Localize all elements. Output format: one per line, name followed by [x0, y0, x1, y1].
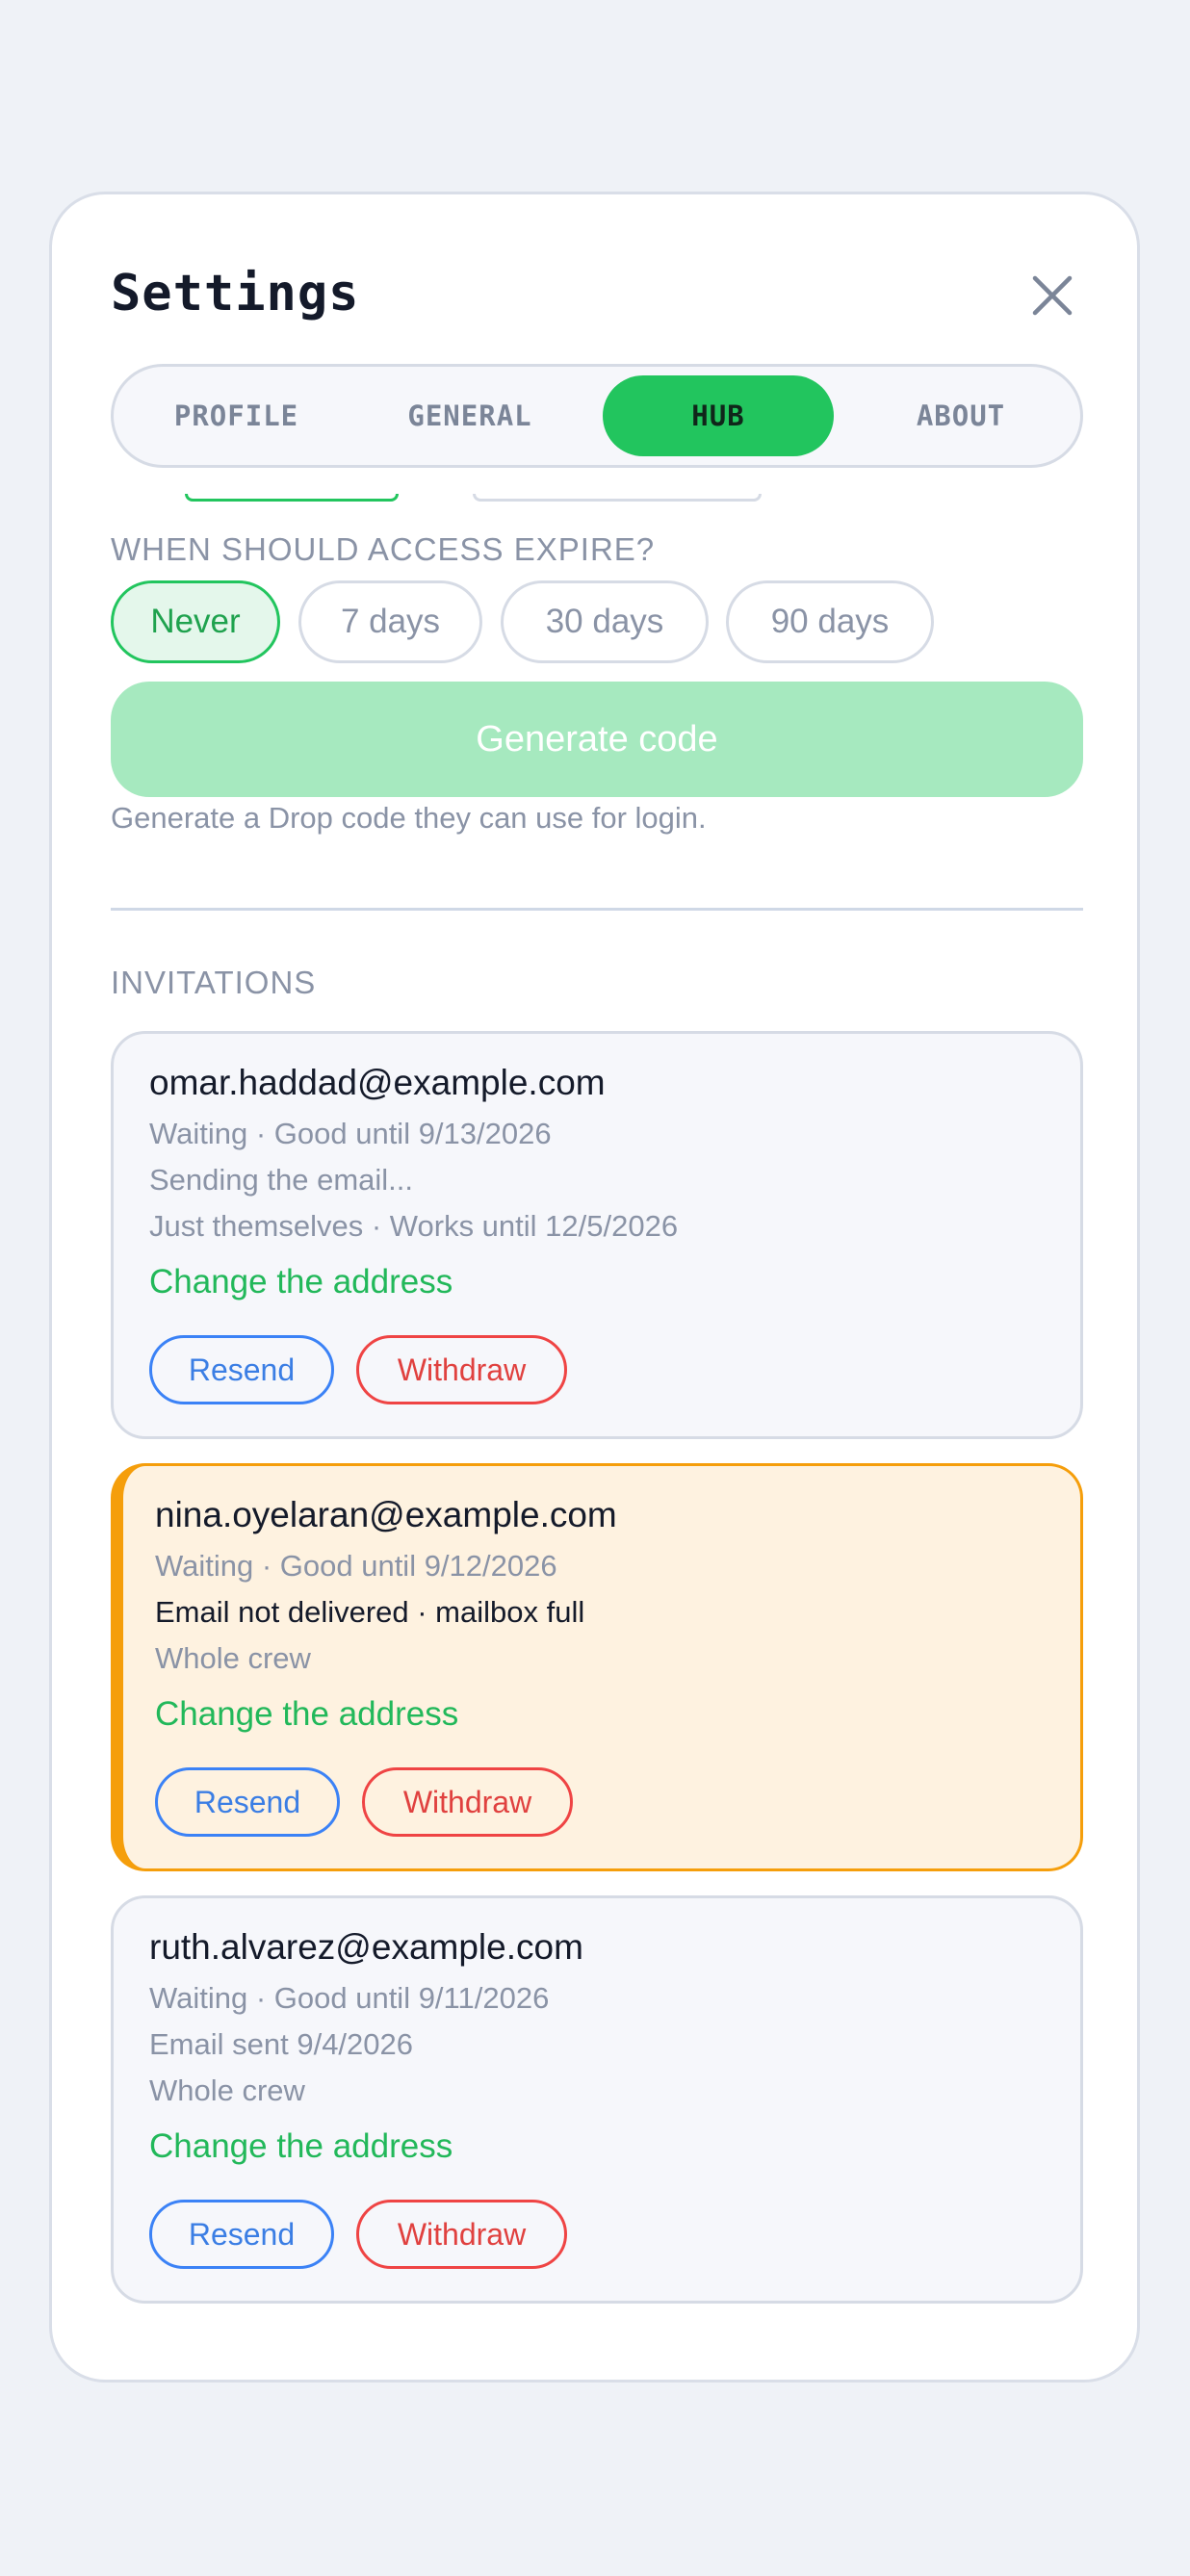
generate-code-button[interactable]: Generate code	[111, 682, 1083, 797]
tab-about[interactable]: ABOUT	[874, 375, 1048, 456]
invitation-card: omar.haddad@example.com Waiting · Good u…	[111, 1031, 1083, 1439]
invitation-email: ruth.alvarez@example.com	[149, 1927, 583, 1967]
settings-title: Settings	[111, 265, 360, 322]
invitation-delivery-error: Email not delivered · mailbox full	[155, 1595, 585, 1629]
expiry-option-90-days[interactable]: 90 days	[726, 580, 934, 663]
tab-profile[interactable]: PROFILE	[152, 375, 321, 456]
withdraw-button[interactable]: Withdraw	[362, 1767, 573, 1837]
resend-button[interactable]: Resend	[155, 1767, 340, 1837]
withdraw-button[interactable]: Withdraw	[356, 2200, 567, 2269]
generate-helper-text: Generate a Drop code they can use for lo…	[111, 801, 707, 835]
expiry-label: WHEN SHOULD ACCESS EXPIRE?	[111, 531, 656, 567]
change-address-link[interactable]: Change the address	[149, 2127, 453, 2166]
expiry-option-7-days[interactable]: 7 days	[298, 580, 482, 663]
expiry-option-30-days[interactable]: 30 days	[501, 580, 709, 663]
invitations-label: INVITATIONS	[111, 965, 317, 1000]
invitation-scope: Just themselves · Works until 12/5/2026	[149, 1209, 679, 1243]
invitation-status: Waiting · Good until 9/13/2026	[149, 1117, 552, 1150]
scrolled-option-fragment	[473, 494, 762, 502]
invitation-email: nina.oyelaran@example.com	[155, 1495, 617, 1534]
settings-modal: Settings PROFILE GENERAL HUB ABOUT WHEN …	[49, 192, 1140, 2383]
invitation-card: ruth.alvarez@example.com Waiting · Good …	[111, 1895, 1083, 2304]
divider	[111, 908, 1083, 911]
resend-button[interactable]: Resend	[149, 1335, 334, 1404]
invitation-scope: Whole crew	[155, 1641, 311, 1675]
close-icon	[1032, 275, 1073, 316]
expiry-option-never[interactable]: Never	[111, 580, 280, 663]
invitation-status: Waiting · Good until 9/12/2026	[155, 1549, 557, 1583]
invitation-status: Waiting · Good until 9/11/2026	[149, 1981, 550, 2015]
withdraw-button[interactable]: Withdraw	[356, 1335, 567, 1404]
tab-hub[interactable]: HUB	[603, 375, 834, 456]
settings-tabs: PROFILE GENERAL HUB ABOUT	[111, 364, 1083, 468]
change-address-link[interactable]: Change the address	[149, 1263, 453, 1301]
invitation-card-warning: nina.oyelaran@example.com Waiting · Good…	[111, 1463, 1083, 1871]
invitation-email: omar.haddad@example.com	[149, 1063, 606, 1102]
invitation-scope: Whole crew	[149, 2074, 305, 2107]
scrolled-option-fragment	[185, 494, 399, 502]
invitation-delivery: Sending the email...	[149, 1163, 414, 1197]
close-button[interactable]	[1023, 267, 1081, 324]
tab-general[interactable]: GENERAL	[383, 375, 556, 456]
invitation-delivery: Email sent 9/4/2026	[149, 2027, 414, 2061]
change-address-link[interactable]: Change the address	[155, 1695, 458, 1734]
resend-button[interactable]: Resend	[149, 2200, 334, 2269]
